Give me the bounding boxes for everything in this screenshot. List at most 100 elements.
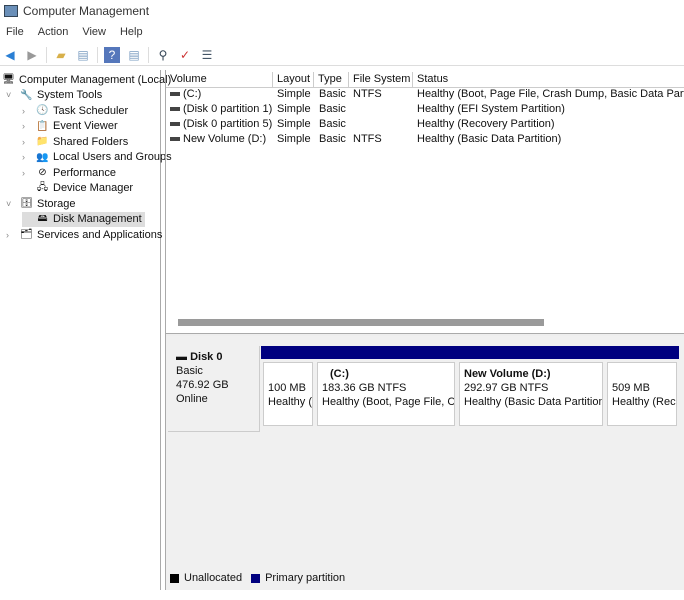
menu-help[interactable]: Help bbox=[120, 26, 143, 42]
cell-status: Healthy (EFI System Partition) bbox=[417, 103, 565, 115]
partition-type-bar bbox=[457, 346, 605, 359]
tree-item-shared-folders[interactable]: › 📁 Shared Folders bbox=[22, 134, 131, 149]
partition-title: (C:) bbox=[330, 368, 349, 380]
partition-title bbox=[612, 367, 672, 381]
partition-size: 292.97 GB NTFS bbox=[464, 382, 549, 394]
menu-view[interactable]: View bbox=[82, 26, 106, 42]
tree-item-storage[interactable]: ˅ 🗄 Storage bbox=[6, 196, 79, 211]
partition-status: Healthy (Basic Data Partition) bbox=[464, 396, 603, 408]
partition-block[interactable]: (C:) 183.36 GB NTFS Healthy (Boot, Page Fi… bbox=[315, 346, 457, 426]
partition-block[interactable]: 509 MB Healthy (Recovery Partition) bbox=[605, 346, 679, 426]
tree-item-local-users-and-groups[interactable]: › 👥 Local Users and Groups bbox=[22, 150, 175, 165]
menu-file[interactable]: File bbox=[6, 26, 24, 42]
computer-icon: 🖥 bbox=[2, 74, 15, 85]
tree-item-disk-management[interactable]: 🖴 Disk Management bbox=[22, 211, 145, 227]
cell-layout: Simple bbox=[277, 133, 311, 145]
partition-size: 100 MB bbox=[268, 382, 306, 394]
column-header-type[interactable]: Type bbox=[314, 72, 349, 87]
volume-icon bbox=[170, 107, 180, 111]
storage-icon: 🗄 bbox=[20, 198, 33, 209]
partition-type-bar bbox=[315, 346, 457, 359]
device-icon: 🖧 bbox=[36, 181, 49, 193]
expand-arrow-icon[interactable]: ˅ bbox=[6, 199, 16, 209]
tree-item-label: Device Manager bbox=[53, 182, 134, 194]
tree-item-task-scheduler[interactable]: › 🕓 Task Scheduler bbox=[22, 103, 131, 118]
event-log-icon: 📋 bbox=[36, 120, 49, 132]
cell-volume: (Disk 0 partition 5) bbox=[183, 118, 273, 130]
column-header-file-system[interactable]: File System bbox=[349, 72, 413, 87]
cell-fs: NTFS bbox=[353, 133, 382, 145]
menu-action[interactable]: Action bbox=[38, 26, 69, 42]
properties-icon[interactable]: ▤ bbox=[126, 47, 142, 63]
partition-body: 509 MB Healthy (Recovery Partition) bbox=[607, 362, 677, 426]
title-bar: Computer Management bbox=[0, 0, 684, 22]
users-icon: 👥 bbox=[36, 151, 49, 163]
partition-status: Healthy (Boot, Page File, Crash Dump, Ba… bbox=[322, 396, 455, 408]
tree-item-device-manager[interactable]: 🖧 Device Manager bbox=[22, 181, 136, 196]
tools-icon: 🔧 bbox=[20, 89, 33, 101]
expand-arrow-icon[interactable]: › bbox=[22, 152, 32, 162]
column-header-volume[interactable]: Volume bbox=[166, 72, 273, 87]
disk-info[interactable]: ▬ Disk 0 Basic 476.92 GB Online bbox=[168, 346, 260, 432]
volume-icon bbox=[170, 92, 180, 96]
expand-arrow-icon[interactable]: › bbox=[6, 230, 16, 240]
performance-icon: ⊘ bbox=[38, 167, 47, 178]
partition-block[interactable]: New Volume (D:) 292.97 GB NTFS Healthy (Ba… bbox=[457, 346, 605, 426]
disk-name: Disk 0 bbox=[190, 351, 223, 363]
forward-icon[interactable]: ▶ bbox=[24, 47, 40, 63]
disk-graphical-view: ▬ Disk 0 Basic 476.92 GB Online 100 MB He… bbox=[166, 336, 684, 590]
cell-layout: Simple bbox=[277, 118, 311, 130]
tree-item-label: Local Users and Groups bbox=[53, 151, 172, 163]
volume-icon bbox=[170, 122, 180, 126]
partition-body: (C:) 183.36 GB NTFS Healthy (Boot, Page Fi… bbox=[317, 362, 455, 426]
toolbar: ◀ ▶ ▰ ▤? ▤ ⚲ ✓ ☰ bbox=[0, 44, 684, 66]
legend-swatch bbox=[251, 573, 261, 583]
column-header-layout[interactable]: Layout bbox=[273, 72, 314, 87]
services-icon: 🗂 bbox=[20, 229, 33, 240]
list-icon[interactable]: ☰ bbox=[199, 47, 215, 63]
partition-size: 509 MB bbox=[612, 382, 650, 394]
cell-volume: (Disk 0 partition 1) bbox=[183, 103, 273, 115]
tree-item-performance[interactable]: › ⊘ Performance bbox=[22, 165, 119, 180]
legend-label: Primary partition bbox=[265, 572, 346, 584]
tree-item-label: Shared Folders bbox=[53, 135, 129, 148]
tree-item-label: Computer Management (Local) bbox=[19, 73, 172, 86]
expand-arrow-icon[interactable]: › bbox=[22, 137, 32, 147]
expand-arrow-icon[interactable]: › bbox=[22, 106, 32, 116]
show-hide-tree-icon[interactable]: ▤ bbox=[75, 47, 91, 63]
disk-state: Online bbox=[176, 393, 208, 405]
partition-block[interactable]: 100 MB Healthy (EFI System Partition) bbox=[261, 346, 315, 426]
horizontal-scrollbar[interactable] bbox=[178, 319, 544, 326]
up-folder-icon[interactable]: ▰ bbox=[53, 47, 69, 63]
volume-row[interactable]: (C:) Simple Basic NTFS Healthy (Boot, Page F… bbox=[166, 88, 684, 103]
tree-item-system-tools[interactable]: ˅ 🔧 System Tools bbox=[6, 88, 105, 103]
disk-management-pane: Volume Layout Type File System Status (C:) Si… bbox=[165, 70, 684, 590]
toolbar-separator bbox=[46, 46, 47, 63]
volume-row[interactable]: New Volume (D:) Simple Basic NTFS Healthy (B… bbox=[166, 133, 684, 148]
cell-type: Basic bbox=[319, 118, 346, 130]
clock-icon: 🕓 bbox=[36, 105, 49, 116]
partition-body: New Volume (D:) 292.97 GB NTFS Healthy (Ba… bbox=[459, 362, 603, 426]
tree-item-label: Performance bbox=[53, 166, 116, 179]
volume-row[interactable]: (Disk 0 partition 5) Simple Basic Healthy (… bbox=[166, 118, 684, 133]
tree-item-label: System Tools bbox=[37, 89, 103, 101]
check-icon[interactable]: ✓ bbox=[177, 47, 193, 63]
window-title: Computer Management bbox=[23, 4, 150, 18]
tree-item-computer-management-local-[interactable]: 🖥 Computer Management (Local) bbox=[2, 72, 174, 87]
tree-item-label: Services and Applications bbox=[37, 228, 163, 241]
disk-icon: 🖴 bbox=[37, 212, 48, 224]
expand-arrow-icon[interactable]: › bbox=[22, 121, 32, 131]
expand-arrow-icon[interactable]: › bbox=[22, 168, 32, 178]
tree-item-services-and-applications[interactable]: › 🗂 Services and Applications bbox=[6, 227, 165, 242]
tree-item-event-viewer[interactable]: › 📋 Event Viewer bbox=[22, 119, 121, 134]
connect-icon[interactable]: ⚲ bbox=[155, 47, 171, 63]
help-icon[interactable]: ? bbox=[104, 46, 120, 63]
back-icon[interactable]: ◀ bbox=[2, 47, 18, 63]
volume-icon bbox=[170, 137, 180, 141]
toolbar-separator bbox=[148, 46, 149, 63]
column-header-status[interactable]: Status bbox=[413, 72, 684, 87]
volume-row[interactable]: (Disk 0 partition 1) Simple Basic Healthy (… bbox=[166, 103, 684, 118]
menu-bar: File Action View Help bbox=[0, 26, 143, 42]
disk-size: 476.92 GB bbox=[176, 379, 229, 391]
expand-arrow-icon[interactable]: ˅ bbox=[6, 90, 16, 100]
